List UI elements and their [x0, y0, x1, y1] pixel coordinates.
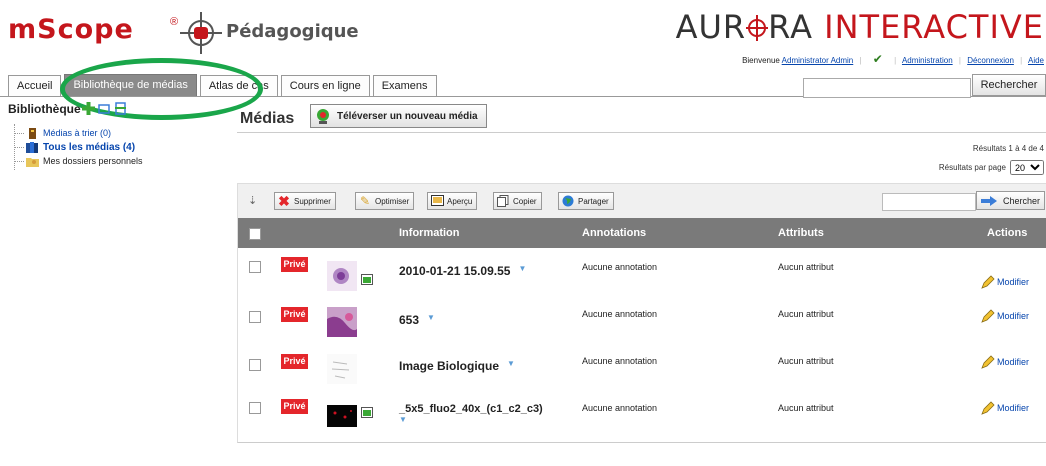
per-page-control: Résultats par page 20: [939, 160, 1044, 175]
page-title: Médias: [240, 110, 295, 127]
user-bar: Bienvenue Administrator Admin | ✔ | Admi…: [742, 52, 1044, 66]
tab-case-atlas[interactable]: Atlas de cas: [199, 75, 278, 96]
aurora-crosshair-icon: [746, 15, 769, 41]
tree-item-personal-folders[interactable]: Mes dossiers personnels: [14, 154, 143, 168]
add-folder-icon[interactable]: [82, 102, 95, 115]
global-search-input[interactable]: [803, 78, 971, 98]
results-count: Résultats 1 à 4 de 4: [972, 144, 1044, 153]
share-button[interactable]: Partager: [558, 192, 614, 210]
globe-icon: [561, 195, 575, 207]
copy-icon: [496, 195, 510, 207]
logo-subtitle: Pédagogique: [226, 21, 359, 42]
copy-button[interactable]: Copier: [493, 192, 542, 210]
media-search-button[interactable]: Chercher: [976, 191, 1045, 210]
logo-registered-mark: ®: [170, 16, 179, 28]
tree-item-all-media[interactable]: Tous les médias (4): [14, 140, 143, 154]
delete-folder-icon[interactable]: [114, 102, 127, 115]
optimize-button[interactable]: ✎ Optimiser: [355, 192, 415, 210]
welcome-text: Bienvenue: [742, 56, 780, 65]
aurora-interactive-logo: AUR RA INTERACTIVE: [675, 8, 1044, 46]
media-toolbar: ⇣ ✖ Supprimer ✎ Optimiser Aperçu Copier …: [237, 183, 1046, 219]
logout-link[interactable]: Déconnexion: [967, 56, 1014, 65]
edit-folder-icon[interactable]: [98, 102, 111, 115]
tree-item-label: Mes dossiers personnels: [43, 156, 143, 166]
tab-exams[interactable]: Examens: [372, 75, 437, 96]
user-link[interactable]: Administrator Admin: [782, 56, 854, 65]
tab-online-courses[interactable]: Cours en ligne: [280, 75, 370, 96]
books-icon: [26, 141, 38, 153]
tree-item-media-to-sort[interactable]: Médias à trier (0): [14, 126, 143, 140]
preview-image-icon: [430, 195, 444, 207]
upload-icon: [317, 109, 329, 124]
preview-button[interactable]: Aperçu: [427, 192, 478, 210]
bulk-arrow-icon: ⇣: [248, 195, 258, 207]
crosshair-logo-icon: [180, 12, 222, 54]
delete-button[interactable]: ✖ Supprimer: [274, 192, 336, 210]
help-link[interactable]: Aide: [1028, 56, 1044, 65]
tab-accueil[interactable]: Accueil: [8, 75, 62, 96]
library-tree: Médias à trier (0) Tous les médias (4) M…: [14, 126, 143, 168]
arrow-right-icon: [981, 195, 997, 206]
inbox-icon: [29, 127, 36, 139]
media-search-input[interactable]: [882, 193, 976, 211]
upload-label: Téléverser un nouveau média: [337, 110, 478, 122]
per-page-select[interactable]: 20: [1010, 160, 1044, 175]
tab-media-library[interactable]: Bibliothèque de médias: [64, 74, 197, 96]
library-actions: [82, 102, 127, 115]
global-search-button[interactable]: Rechercher: [972, 74, 1046, 96]
folder-user-icon: [26, 157, 39, 167]
tree-item-label: Médias à trier (0): [43, 128, 112, 138]
per-page-label: Résultats par page: [938, 163, 1006, 172]
pencil-icon: ✎: [359, 194, 371, 208]
upload-media-button[interactable]: Téléverser un nouveau média: [310, 104, 487, 128]
delete-x-icon: ✖: [278, 193, 290, 209]
main-tabs: Accueil Bibliothèque de médias Atlas de …: [8, 74, 440, 96]
library-title: Bibliothèque: [8, 102, 81, 116]
administration-link[interactable]: Administration: [902, 56, 953, 65]
tree-item-label: Tous les médias (4): [43, 141, 136, 153]
check-icon: ✔: [872, 52, 883, 66]
logo-text: mScope: [8, 14, 134, 45]
